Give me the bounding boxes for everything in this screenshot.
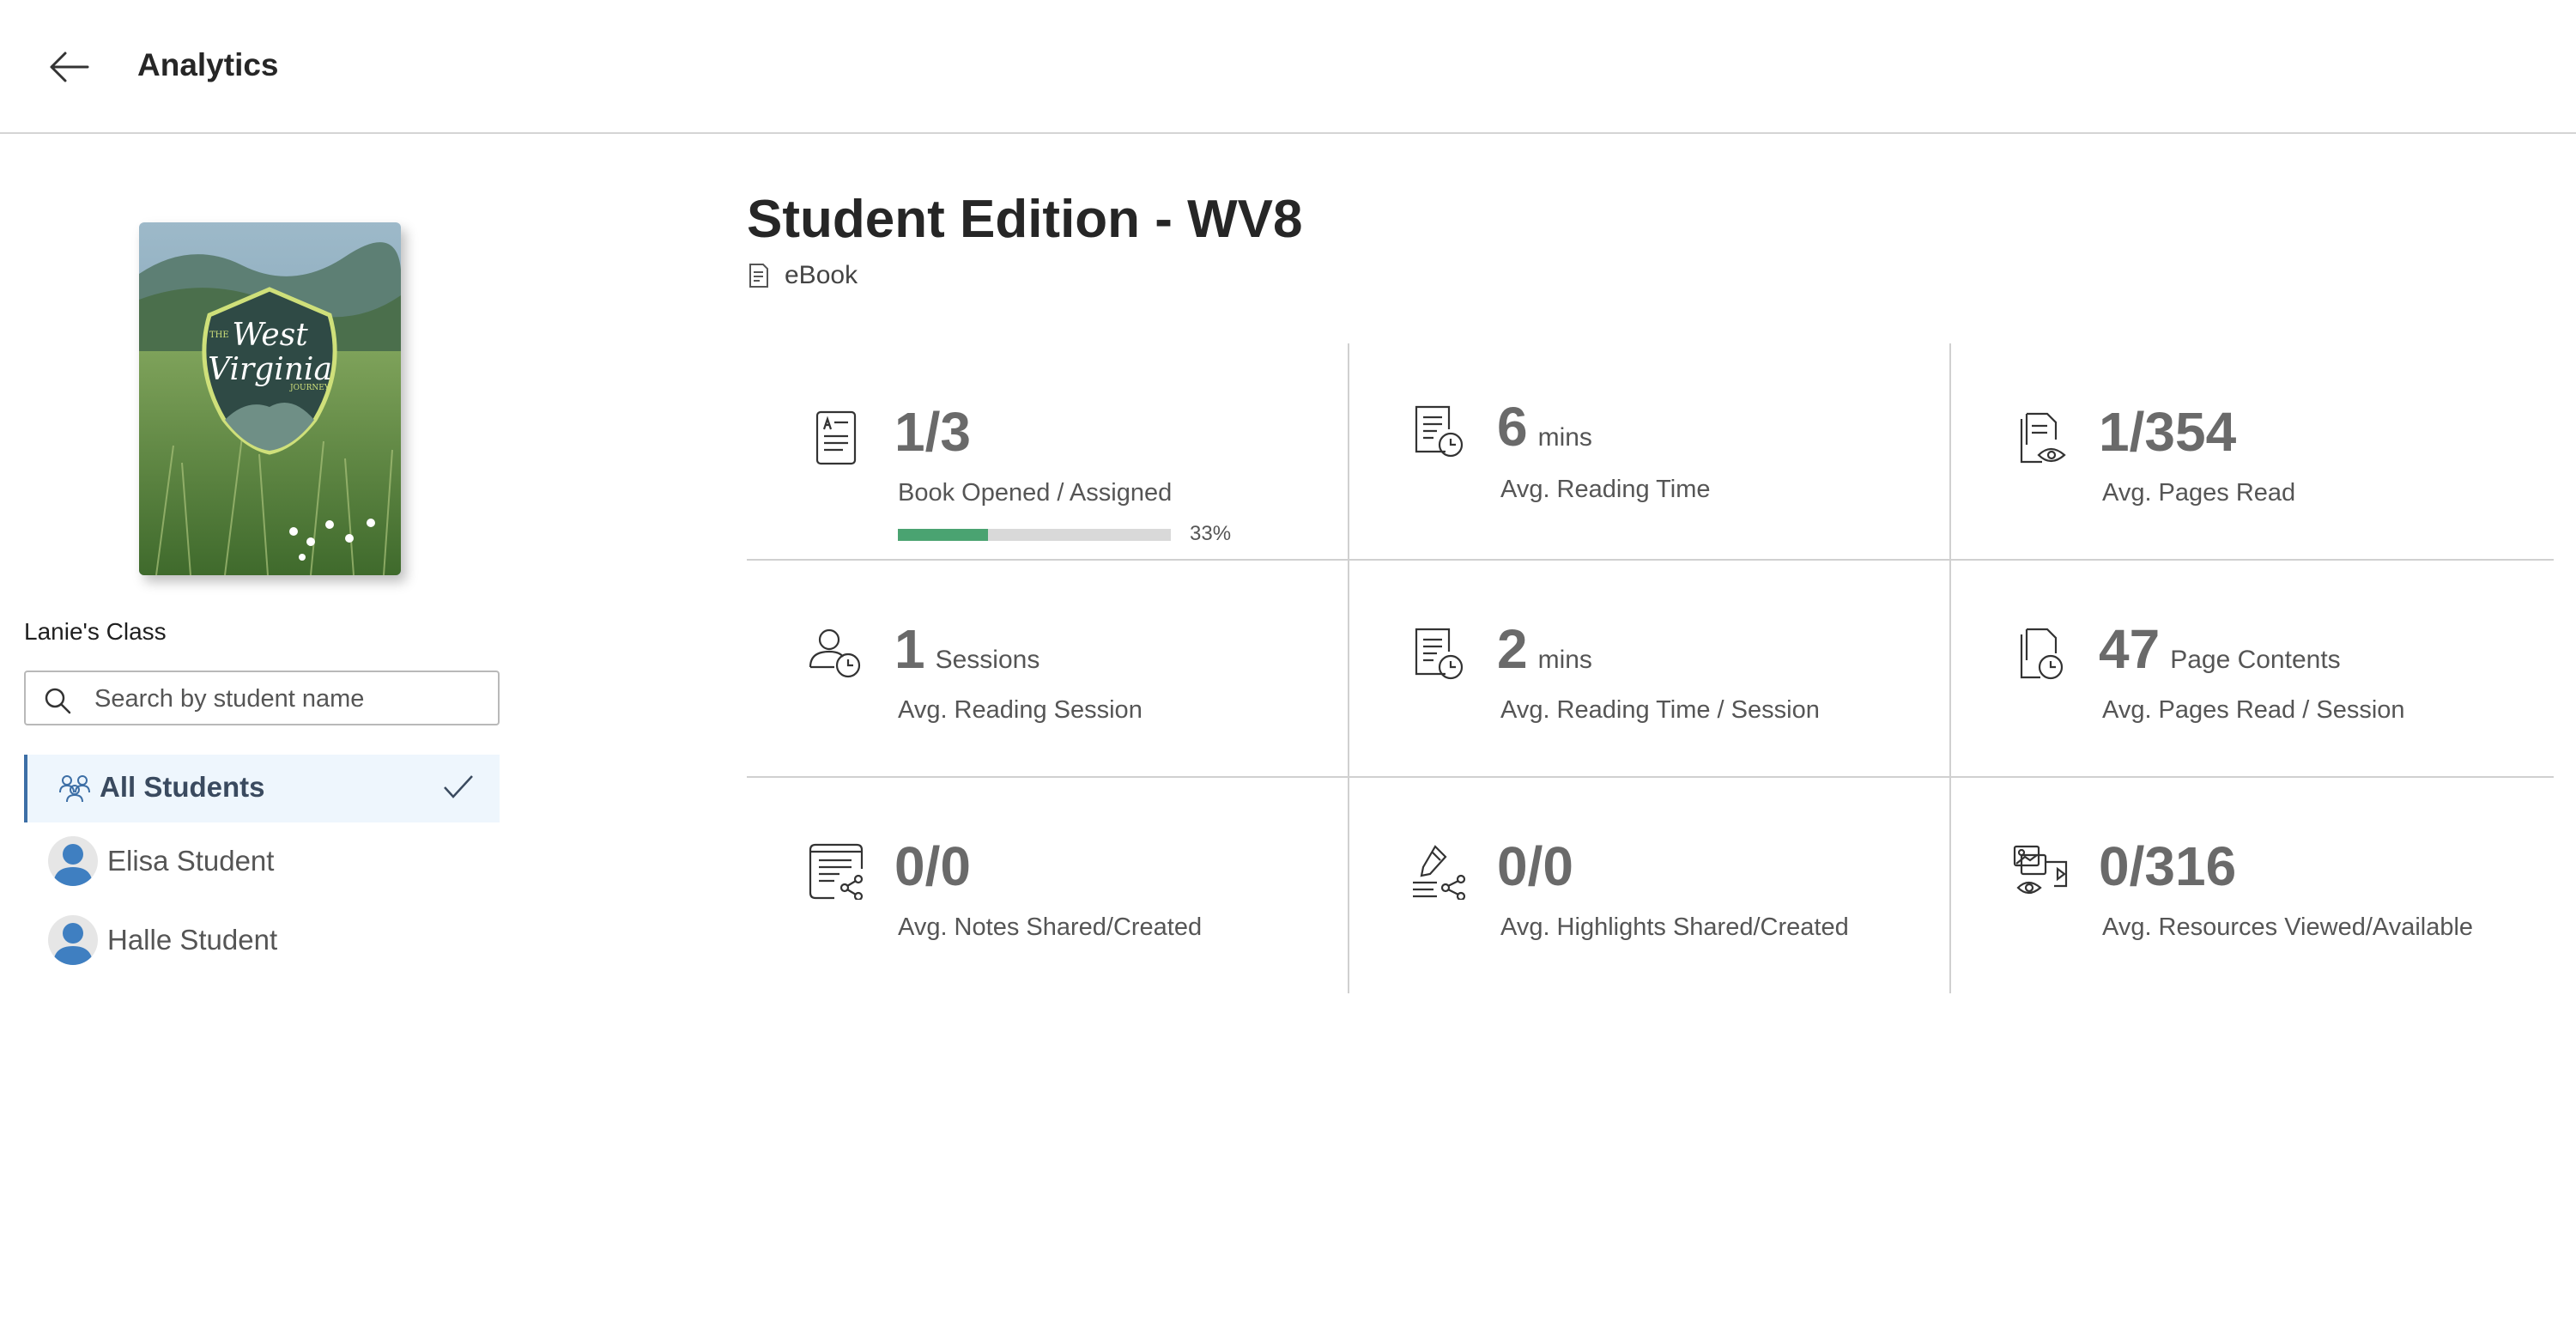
stat-value: 0/316 [2099,835,2237,897]
stat-value: 6 [1497,396,1528,458]
stat-value: 1/3 [894,401,971,463]
avatar [48,915,98,965]
stat-value: 2 [1497,618,1528,680]
user-clock-icon [809,628,861,678]
stat-label: Avg. Resources Viewed/Available [2102,913,2474,941]
stat-reading-time: 6 mins Avg. Reading Time [1349,343,1950,558]
page-title: Analytics [137,47,279,82]
stat-time-per-session: 2 mins Avg. Reading Time / Session [1349,561,1950,775]
user-icon [53,923,93,965]
stat-unit: Sessions [935,646,1040,674]
progress-percent: 33% [1190,522,1232,545]
avatar [48,836,98,886]
arrow-left-icon [50,52,89,82]
stat-unit: mins [1537,423,1592,452]
document-list-icon [815,410,857,465]
student-item[interactable]: Halle Student [24,907,500,975]
stat-unit: Page Contents [2170,646,2341,674]
stat-value: 0/0 [1497,835,1573,897]
student-search [24,671,500,725]
stat-book-opened: 1/3 Book Opened / Assigned 33% [747,343,1348,558]
stat-value: 0/0 [894,835,971,897]
check-icon [444,775,473,798]
stat-label: Book Opened / Assigned [898,479,1173,507]
book-type-label: eBook [785,261,858,289]
stat-pages-read: 1/354 Avg. Pages Read [1951,343,2552,558]
progress-bar [898,529,1171,541]
resources-eye-icon [2013,845,2068,895]
stat-label: Avg. Reading Time / Session [1500,696,1820,724]
student-name: Halle Student [107,924,278,956]
stat-label: Avg. Pages Read / Session [2102,696,2405,724]
group-icon [59,775,90,803]
stat-highlights: 0/0 Avg. Highlights Shared/Created [1349,778,1950,992]
stat-reading-session: 1 Sessions Avg. Reading Session [747,561,1348,775]
app-header: Analytics [0,0,2576,134]
cover-title: THE West Virginia JOURNEY [208,318,332,393]
book-cover-image: THE West Virginia JOURNEY [139,222,401,575]
stat-label: Avg. Highlights Shared/Created [1500,913,1849,941]
stat-value: 1 [894,618,925,680]
stat-value: 1/354 [2099,401,2237,463]
class-name: Lanie's Class [24,618,167,645]
note-share-icon [809,843,864,900]
book-title: Student Edition - WV8 [747,190,1303,249]
ebook-icon [749,264,768,288]
search-input[interactable] [93,679,491,719]
search-icon [45,688,71,714]
highlighter-share-icon [1413,845,1466,900]
stat-label: Avg. Reading Session [898,696,1143,724]
stat-pages-per-session: 47 Page Contents Avg. Pages Read / Sessio… [1951,561,2552,775]
stat-value: 47 [2099,618,2161,680]
stat-resources: 0/316 Avg. Resources Viewed/Available [1951,778,2552,992]
pages-eye-icon [2020,412,2066,464]
stat-label: Avg. Pages Read [2102,479,2296,507]
student-name: Elisa Student [107,845,275,877]
document-clock-icon [1415,405,1464,458]
stat-label: Avg. Reading Time [1500,476,1711,503]
all-students-label: All Students [100,771,265,803]
pages-clock-icon [2020,628,2064,680]
progress-fill [898,529,988,541]
all-students-item[interactable]: All Students [24,755,500,822]
back-button[interactable] [45,46,93,88]
student-item[interactable]: Elisa Student [24,828,500,896]
stat-unit: mins [1537,646,1592,674]
document-clock-icon [1415,628,1464,680]
stat-label: Avg. Notes Shared/Created [898,913,1203,941]
user-icon [53,844,93,886]
stat-notes: 0/0 Avg. Notes Shared/Created [747,778,1348,992]
